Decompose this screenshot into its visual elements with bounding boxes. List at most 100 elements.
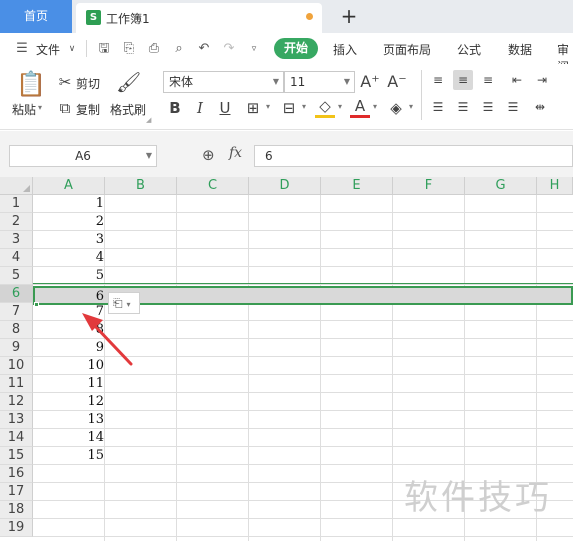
align-center-icon[interactable]: ☰ xyxy=(453,97,473,117)
tab-workbook[interactable]: S 工作簿1 xyxy=(76,3,322,33)
column-header-f[interactable]: F xyxy=(393,177,465,195)
row-header-11[interactable]: 11 xyxy=(0,375,33,393)
name-box[interactable]: A6 ▼ xyxy=(9,145,157,167)
launcher-icon[interactable]: ◢ xyxy=(146,116,151,124)
cell-a1[interactable]: 1 xyxy=(34,195,104,213)
increase-indent-icon[interactable]: ⇥ xyxy=(532,70,552,90)
paste-label[interactable]: 粘贴 xyxy=(12,101,36,118)
tab-insert[interactable]: 插入 xyxy=(333,41,357,58)
row-header-17[interactable]: 17 xyxy=(0,483,33,501)
bold-button[interactable]: B xyxy=(166,99,184,117)
column-header-g[interactable]: G xyxy=(465,177,537,195)
chevron-down-icon[interactable]: ▾ xyxy=(336,102,344,111)
paste-chevron-icon[interactable]: ▾ xyxy=(38,103,42,112)
font-name-select[interactable]: 宋体 ▼ xyxy=(163,71,284,93)
zoom-icon[interactable]: ⊕ xyxy=(202,146,215,164)
row-header-13[interactable]: 13 xyxy=(0,411,33,429)
tab-start[interactable]: 开始 xyxy=(274,38,318,59)
cell-a3[interactable]: 3 xyxy=(34,231,104,249)
print-preview-icon[interactable]: ⌕ xyxy=(171,41,187,57)
copy-icon[interactable]: ⧉ xyxy=(56,99,74,117)
column-header-b[interactable]: B xyxy=(105,177,177,195)
align-middle-icon[interactable]: ≡ xyxy=(453,70,473,90)
row-header-5[interactable]: 5 xyxy=(0,267,33,285)
column-header-e[interactable]: E xyxy=(321,177,393,195)
paste-options-button[interactable]: ⎗ ▾ xyxy=(108,292,140,314)
decrease-indent-icon[interactable]: ⇤ xyxy=(507,70,527,90)
undo-icon[interactable]: ↶ xyxy=(196,41,212,57)
chevron-down-icon[interactable]: ▾ xyxy=(264,102,272,111)
row-header-3[interactable]: 3 xyxy=(0,231,33,249)
cell-a9[interactable]: 9 xyxy=(34,339,104,357)
format-painter-label[interactable]: 格式刷 xyxy=(110,101,146,118)
underline-button[interactable]: U xyxy=(216,99,234,117)
align-left-icon[interactable]: ☰ xyxy=(428,97,448,117)
align-bottom-icon[interactable]: ≡ xyxy=(478,70,498,90)
justify-icon[interactable]: ☰ xyxy=(503,97,523,117)
row-header-7[interactable]: 7 xyxy=(0,303,33,321)
align-right-icon[interactable]: ☰ xyxy=(478,97,498,117)
row-header-18[interactable]: 18 xyxy=(0,501,33,519)
cell-a4[interactable]: 4 xyxy=(34,249,104,267)
borders-icon[interactable]: ⊞ xyxy=(243,99,263,117)
row-header-6[interactable]: 6 xyxy=(0,285,33,303)
cell-a13[interactable]: 13 xyxy=(34,411,104,429)
row-header-16[interactable]: 16 xyxy=(0,465,33,483)
cell-a8[interactable]: 8 xyxy=(34,321,104,339)
distribute-icon[interactable]: ⇹ xyxy=(530,97,550,117)
fill-color-icon[interactable]: ◇ xyxy=(315,97,335,118)
tab-formulas[interactable]: 公式 xyxy=(457,41,481,58)
merge-cells-icon[interactable]: ⊟ xyxy=(279,99,299,117)
column-header-c[interactable]: C xyxy=(177,177,249,195)
select-all-corner[interactable] xyxy=(0,177,33,195)
format-painter-icon[interactable]: 🖌 xyxy=(116,70,141,94)
column-header-d[interactable]: D xyxy=(249,177,321,195)
column-header-h[interactable]: H xyxy=(537,177,573,195)
cell-a6[interactable]: 6 xyxy=(34,288,104,306)
export-icon[interactable]: ⎘ xyxy=(121,41,137,57)
menu-file[interactable]: 文件 xyxy=(36,41,60,58)
copy-label[interactable]: 复制 xyxy=(76,101,100,118)
clear-format-icon[interactable]: ◈ xyxy=(386,99,406,117)
cell-a10[interactable]: 10 xyxy=(34,357,104,375)
row-header-15[interactable]: 15 xyxy=(0,447,33,465)
row-header-14[interactable]: 14 xyxy=(0,429,33,447)
chevron-down-icon[interactable]: ∨ xyxy=(64,41,80,57)
new-tab-button[interactable]: + xyxy=(339,4,359,28)
font-color-icon[interactable]: A xyxy=(350,97,370,118)
align-top-icon[interactable]: ≡ xyxy=(428,70,448,90)
hamburger-icon[interactable]: ☰ xyxy=(14,41,30,57)
print-icon[interactable]: ⎙ xyxy=(146,41,162,57)
chevron-down-icon[interactable]: ▾ xyxy=(300,102,308,111)
customize-icon[interactable]: ▿ xyxy=(246,41,262,57)
shrink-font-button[interactable]: A⁻ xyxy=(387,72,407,91)
insert-function-button[interactable]: fx xyxy=(229,145,242,161)
redo-icon[interactable]: ↷ xyxy=(221,41,237,57)
row-header-1[interactable]: 1 xyxy=(0,195,33,213)
row-header-12[interactable]: 12 xyxy=(0,393,33,411)
row-header-4[interactable]: 4 xyxy=(0,249,33,267)
cell-a14[interactable]: 14 xyxy=(34,429,104,447)
paste-icon[interactable]: 📋 xyxy=(16,70,46,98)
chevron-down-icon[interactable]: ▾ xyxy=(407,102,415,111)
cell-a2[interactable]: 2 xyxy=(34,213,104,231)
font-size-select[interactable]: 11 ▼ xyxy=(284,71,355,93)
row-header-9[interactable]: 9 xyxy=(0,339,33,357)
row-header-19[interactable]: 19 xyxy=(0,519,33,537)
italic-button[interactable]: I xyxy=(191,99,209,117)
save-icon[interactable]: 🖫 xyxy=(96,41,112,57)
row-header-8[interactable]: 8 xyxy=(0,321,33,339)
cut-icon[interactable]: ✂ xyxy=(56,73,74,91)
cell-a11[interactable]: 11 xyxy=(34,375,104,393)
cut-label[interactable]: 剪切 xyxy=(76,75,100,92)
cell-a15[interactable]: 15 xyxy=(34,447,104,465)
tab-page-layout[interactable]: 页面布局 xyxy=(383,41,431,58)
tab-home[interactable]: 首页 xyxy=(0,0,72,33)
column-header-a[interactable]: A xyxy=(33,177,105,195)
cell-a12[interactable]: 12 xyxy=(34,393,104,411)
row-header-10[interactable]: 10 xyxy=(0,357,33,375)
formula-input[interactable]: 6 xyxy=(254,145,573,167)
tab-data[interactable]: 数据 xyxy=(508,41,532,58)
row-header-2[interactable]: 2 xyxy=(0,213,33,231)
grow-font-button[interactable]: A⁺ xyxy=(360,72,380,91)
